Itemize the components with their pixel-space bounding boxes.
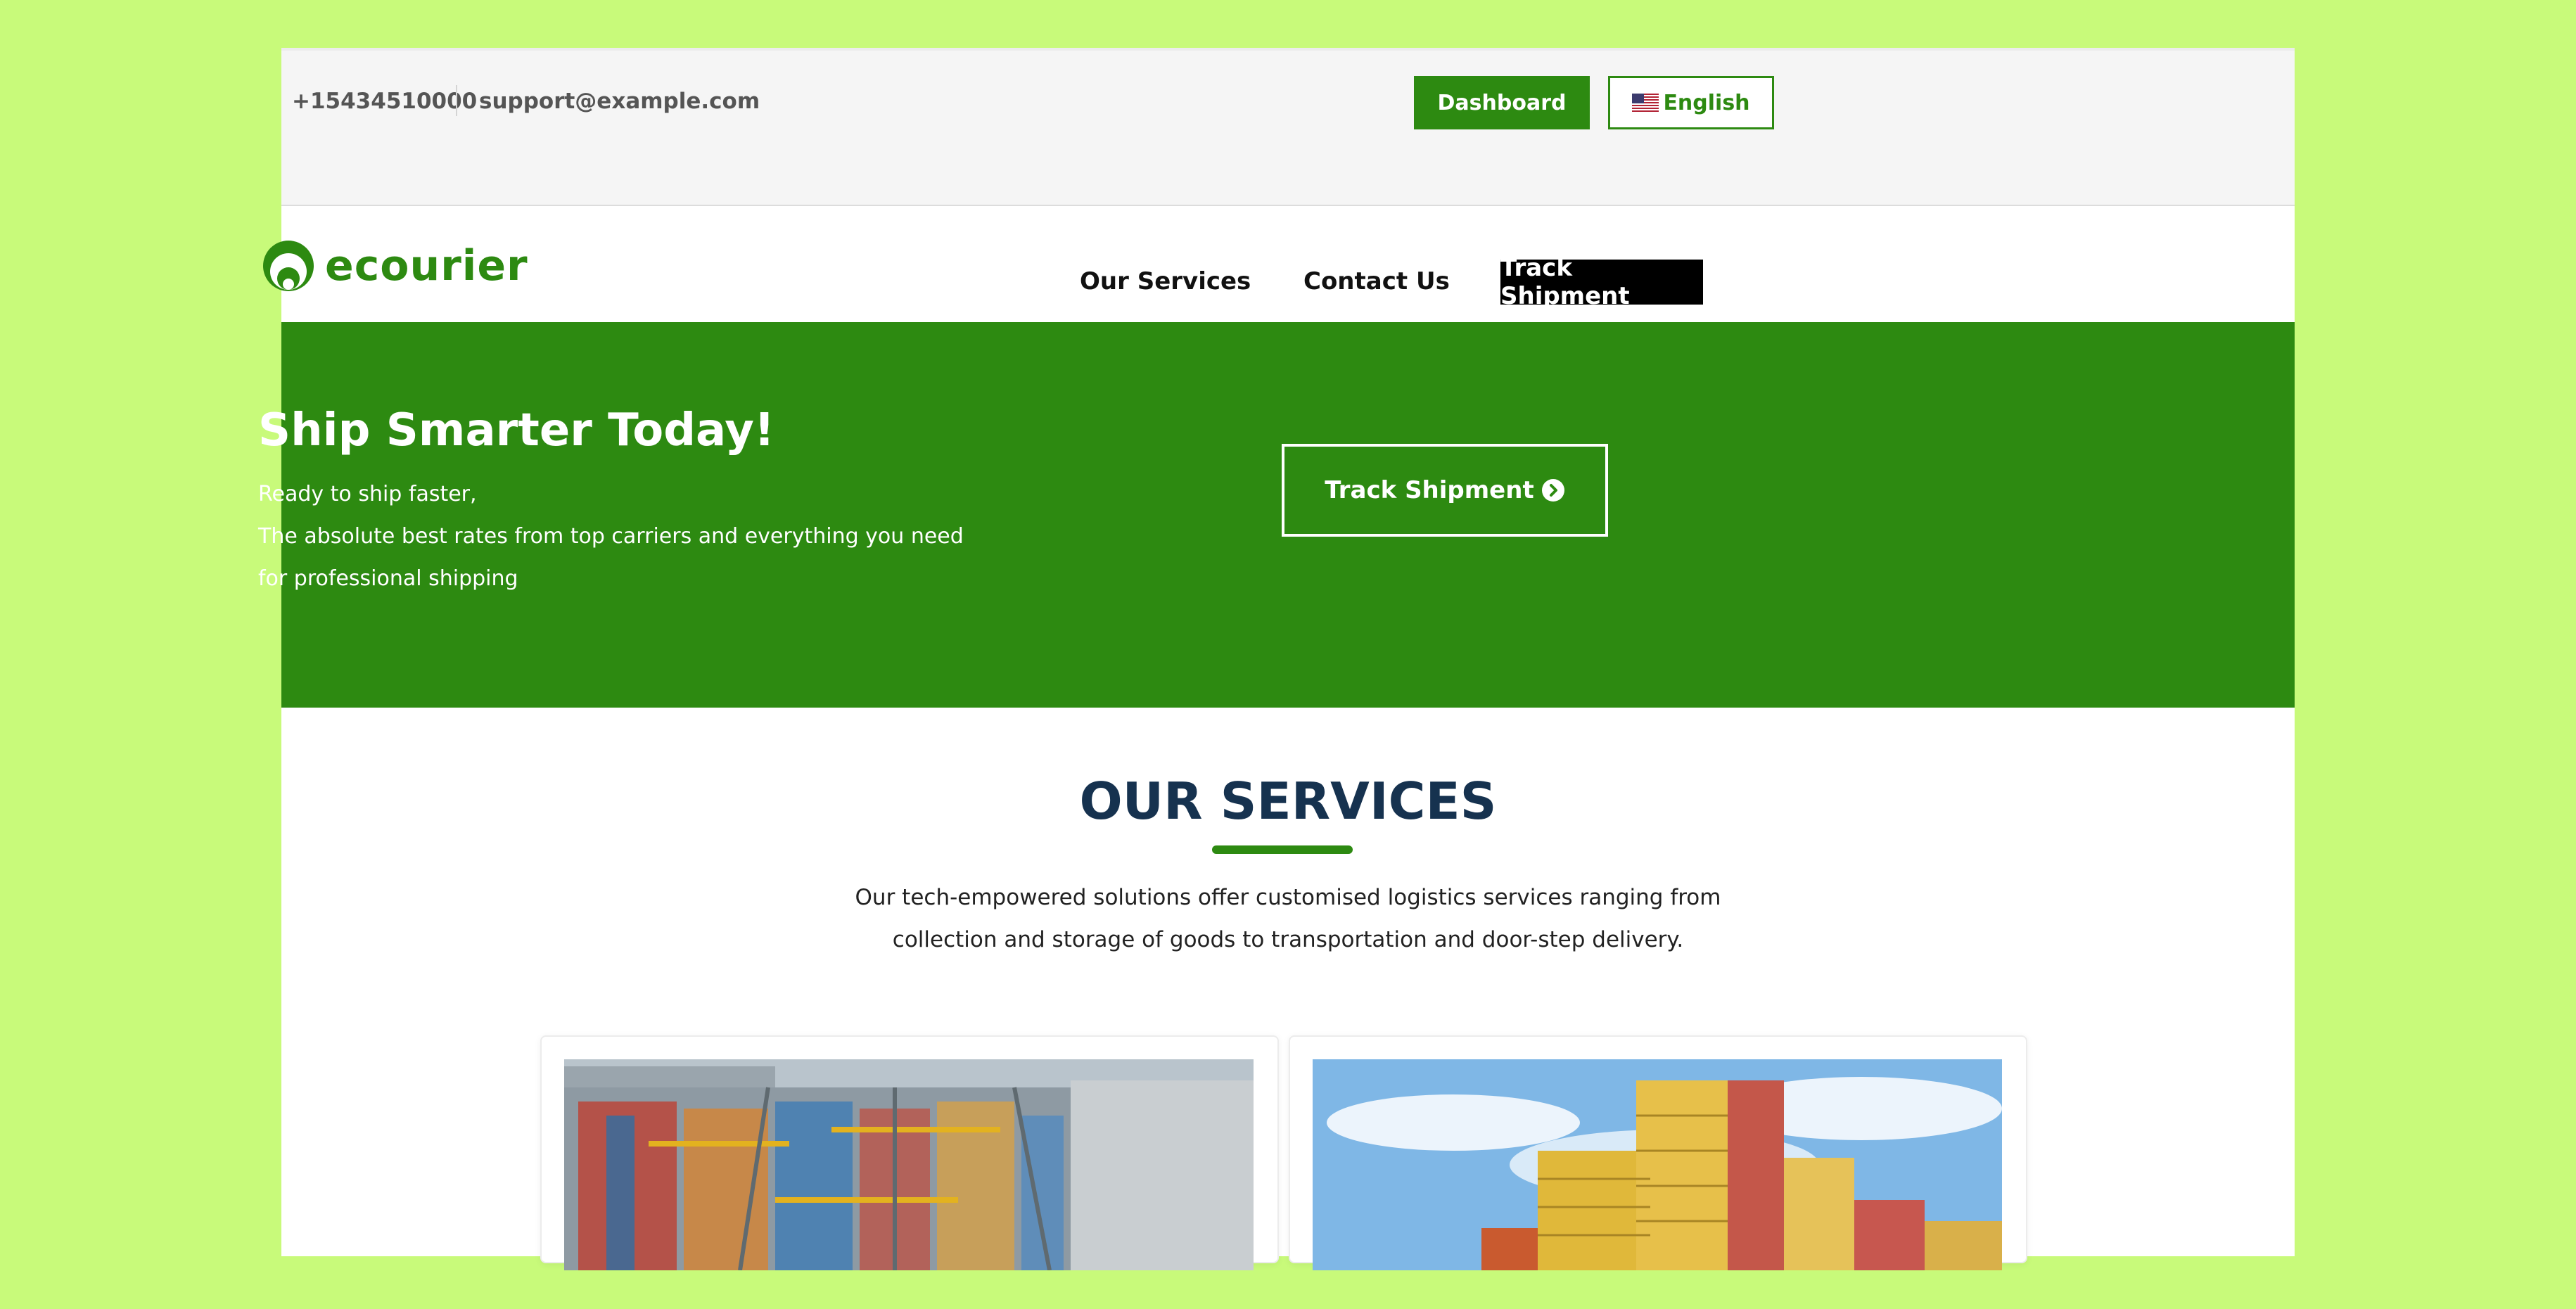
nav-track-shipment[interactable]: Track Shipment	[1500, 254, 1703, 310]
site-header	[281, 206, 2295, 322]
stacked-containers-image	[1313, 1059, 2002, 1270]
services-text-line-2: collection and storage of goods to trans…	[892, 927, 1684, 952]
hero-track-shipment-button[interactable]: Track Shipment	[1282, 444, 1608, 537]
services-heading: OUR SERVICES	[1079, 772, 1497, 831]
topbar-divider	[456, 85, 457, 116]
topbar	[281, 48, 2295, 206]
us-flag-icon	[1632, 94, 1659, 112]
hero-text-line-2: The absolute best rates from top carrier…	[258, 524, 964, 549]
services-underline	[1212, 845, 1353, 854]
service-card-containers[interactable]	[1289, 1035, 2027, 1270]
language-label: English	[1663, 90, 1750, 115]
nav-contact-us[interactable]: Contact Us	[1303, 267, 1450, 295]
services-text-line-1: Our tech-empowered solutions offer custo…	[855, 885, 1721, 910]
phone-number[interactable]: +15434510000	[292, 89, 477, 114]
brand-logo[interactable]: ecourier	[260, 238, 528, 294]
nav-our-services[interactable]: Our Services	[1080, 267, 1251, 295]
logo-text: ecourier	[325, 241, 528, 290]
service-card-port[interactable]	[540, 1035, 1279, 1270]
email-address[interactable]: support@example.com	[479, 89, 760, 114]
hero-text-line-3: for professional shipping	[258, 566, 518, 591]
hero-text-line-1: Ready to ship faster,	[258, 482, 477, 506]
chevron-circle-right-icon	[1541, 479, 1564, 502]
logo-mark-icon	[263, 241, 314, 291]
hero-title: Ship Smarter Today!	[258, 404, 775, 456]
language-button[interactable]: English	[1608, 76, 1774, 129]
dashboard-button[interactable]: Dashboard	[1414, 76, 1590, 129]
hero-cta-label: Track Shipment	[1325, 476, 1534, 504]
container-port-image	[564, 1059, 1254, 1270]
